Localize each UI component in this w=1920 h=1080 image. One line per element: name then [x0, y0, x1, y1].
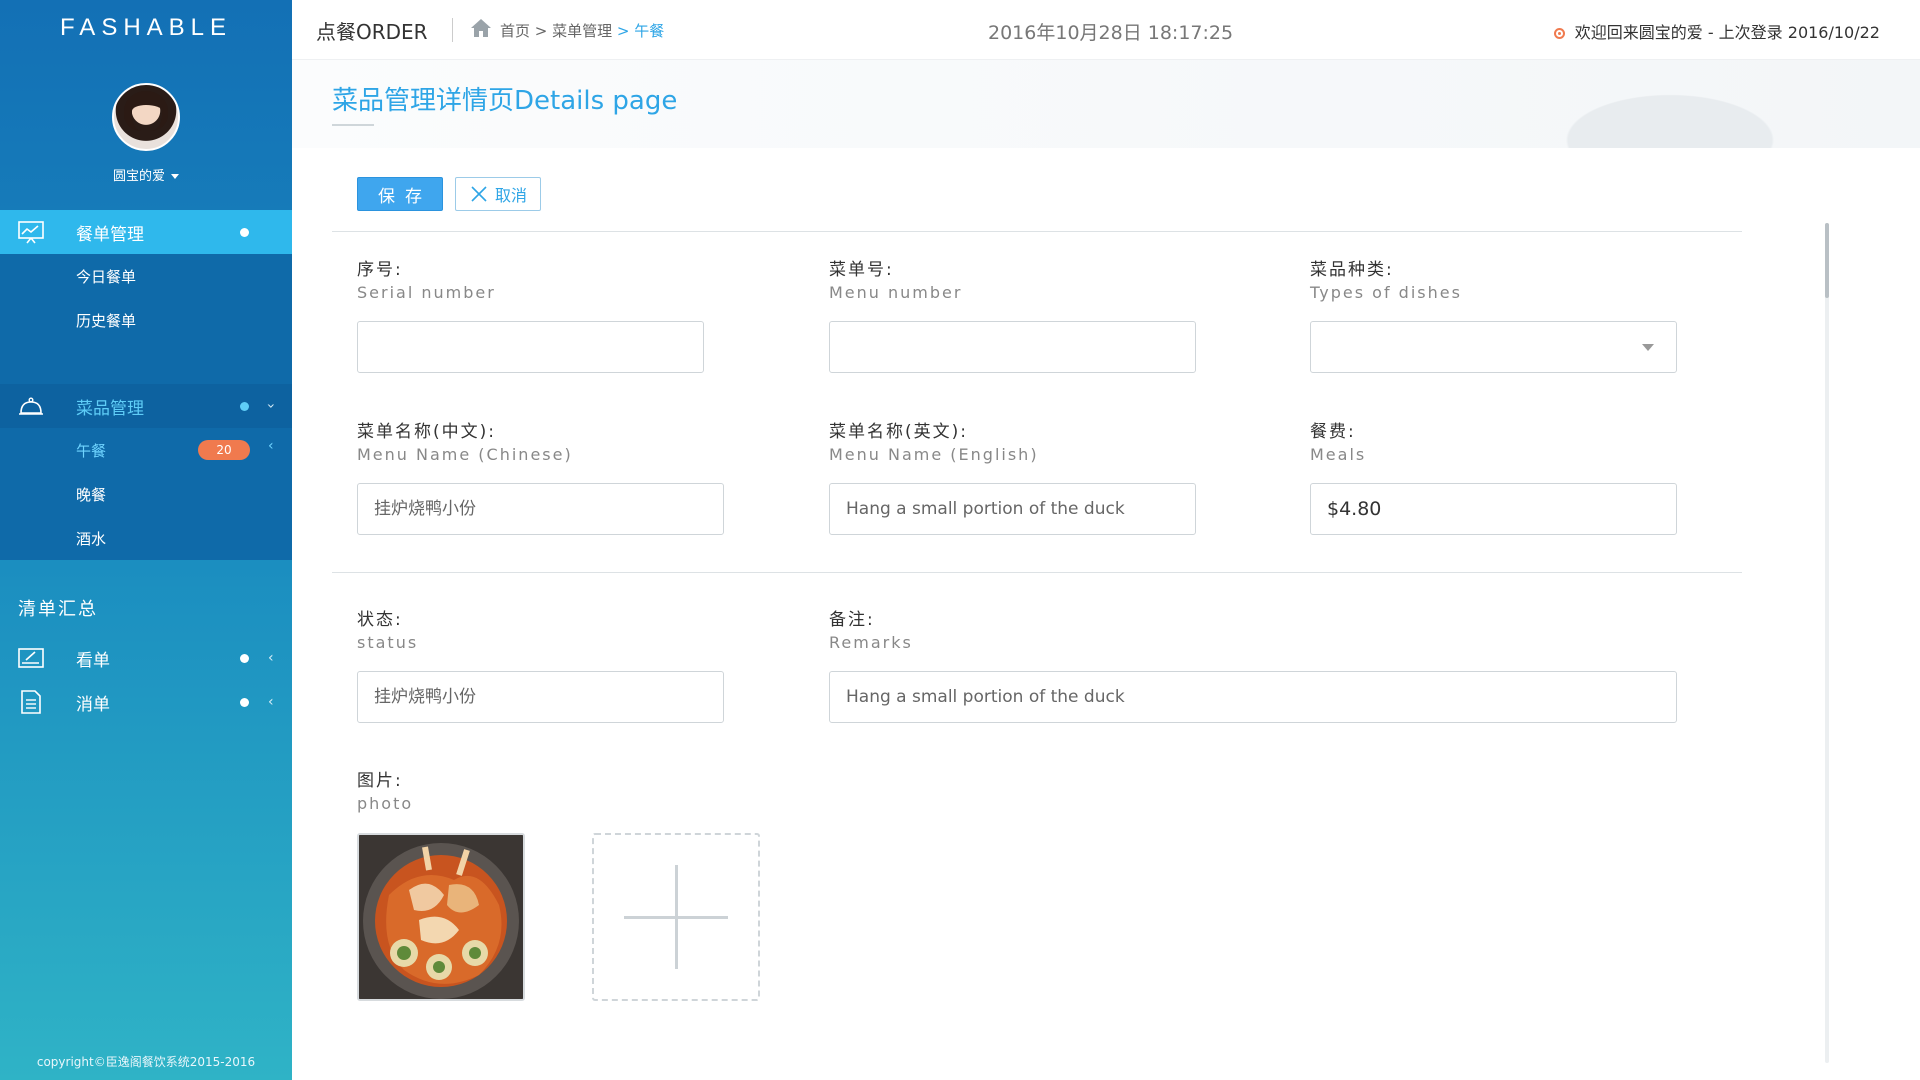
breadcrumb-separator: >: [612, 22, 635, 40]
nav-label: 菜品管理: [76, 398, 144, 419]
chevron-left-icon: ‹: [268, 694, 274, 710]
page-title: 菜品管理详情页Details page: [332, 86, 678, 116]
divider: [332, 572, 1742, 573]
save-button[interactable]: 保存: [357, 177, 443, 211]
name-en-sublabel: Menu Name (English): [829, 445, 1039, 464]
edit-board-icon: [18, 648, 44, 668]
nav-item-order-management[interactable]: 餐单管理: [0, 210, 292, 254]
main-content: 保存 取消 序号: Serial number 菜单号: Menu number…: [292, 148, 1920, 1080]
meals-sublabel: Meals: [1310, 445, 1367, 464]
name-en-label: 菜单名称(英文):: [829, 422, 968, 442]
name-en-input[interactable]: [829, 483, 1196, 535]
chevron-down-icon: ‹: [262, 403, 279, 409]
home-icon[interactable]: [470, 18, 492, 38]
meals-label: 餐费:: [1310, 422, 1356, 442]
sub-item-lunch[interactable]: 午餐: [76, 428, 106, 472]
meals-price-input[interactable]: [1310, 483, 1677, 535]
cloche-icon: [19, 397, 43, 415]
name-cn-sublabel: Menu Name (Chinese): [357, 445, 573, 464]
section-title: 清单汇总: [18, 599, 98, 620]
status-dot: [240, 653, 249, 663]
user-menu[interactable]: 圆宝的爱: [0, 165, 292, 184]
cancel-label: 取消: [494, 188, 527, 205]
current-datetime: 2016年10月28日 18:17:25: [988, 22, 1234, 44]
dropdown-arrow-icon: [1642, 344, 1654, 351]
breadcrumb-home[interactable]: 首页: [500, 22, 530, 40]
copyright-text: copyright©臣逸阁餐饮系统2015-2016: [36, 1055, 256, 1069]
upload-photo-button[interactable]: [592, 833, 760, 1001]
username-label: 圆宝的爱: [112, 169, 165, 184]
menu-number-label: 菜单号:: [829, 260, 894, 280]
welcome-text: 欢迎回来圆宝的爱 - 上次登录 2016/10/22: [1574, 23, 1880, 42]
serial-label: 序号:: [357, 260, 403, 280]
scrollbar-thumb[interactable]: [1825, 223, 1829, 298]
sub-item-history-menu[interactable]: 历史餐单: [76, 298, 136, 342]
close-icon: [471, 186, 487, 202]
serial-sublabel: Serial number: [357, 283, 496, 302]
chevron-left-icon: ‹: [268, 650, 274, 666]
sub-item-dinner[interactable]: 晚餐: [76, 472, 106, 516]
serial-input[interactable]: [357, 321, 704, 373]
divider: [452, 18, 453, 42]
caret-down-icon: [171, 174, 179, 179]
dish-photo-image: [359, 835, 523, 999]
photo-sublabel: photo: [357, 794, 414, 813]
page-header: 菜品管理详情页Details page: [292, 60, 1920, 148]
status-dot: [240, 401, 249, 411]
sidebar: FASHABLE 圆宝的爱 餐单管理 今日餐单 历史餐单 菜品管理 ‹ 午餐 2…: [0, 0, 292, 1080]
status-sublabel: status: [357, 633, 419, 652]
plus-icon: [675, 865, 678, 969]
scrollbar[interactable]: [1825, 223, 1829, 1063]
breadcrumb-current: 午餐: [634, 22, 665, 40]
status-input[interactable]: [357, 671, 724, 723]
nav-label: 餐单管理: [76, 224, 144, 245]
dish-type-label: 菜品种类:: [1310, 260, 1394, 280]
nav-label: 看单: [76, 650, 110, 671]
nav-item-clear-order[interactable]: 消单 ‹: [0, 680, 292, 724]
remarks-sublabel: Remarks: [829, 633, 913, 652]
nav-item-dish-management[interactable]: 菜品管理 ‹: [0, 384, 292, 428]
avatar-hair: [124, 91, 168, 131]
name-cn-input[interactable]: [357, 483, 724, 535]
dish-type-sublabel: Types of dishes: [1310, 283, 1462, 302]
sub-item-today-menu[interactable]: 今日餐单: [76, 254, 136, 298]
dish-type-select[interactable]: [1310, 321, 1677, 373]
avatar[interactable]: [112, 83, 180, 151]
status-dot: [240, 697, 249, 707]
app-title: 点餐ORDER: [316, 20, 428, 44]
status-dot: [240, 227, 249, 237]
count-badge: 20: [198, 440, 250, 460]
top-bar: 点餐ORDER 首页 > 菜单管理 > 午餐 2016年10月28日 18:17…: [292, 0, 1920, 60]
cancel-button[interactable]: 取消: [455, 177, 541, 211]
chevron-left-icon: ‹: [268, 438, 274, 454]
sub-item-drinks[interactable]: 酒水: [76, 516, 106, 560]
welcome-message: 欢迎回来圆宝的爱 - 上次登录 2016/10/22: [1553, 19, 1880, 43]
title-underline: [332, 124, 374, 126]
brand-logo: FASHABLE: [59, 14, 233, 41]
dish-photo[interactable]: [357, 833, 525, 1001]
name-cn-label: 菜单名称(中文):: [357, 422, 496, 442]
target-icon: [1553, 28, 1565, 39]
nav-label: 消单: [76, 694, 110, 715]
breadcrumb: 首页 > 菜单管理 > 午餐: [500, 20, 664, 41]
divider: [332, 231, 1742, 232]
nav-item-view-order[interactable]: 看单 ‹: [0, 636, 292, 680]
breadcrumb-separator: >: [530, 22, 553, 40]
breadcrumb-level1[interactable]: 菜单管理: [552, 22, 612, 40]
remarks-label: 备注:: [829, 610, 875, 630]
menu-number-sublabel: Menu number: [829, 283, 963, 302]
document-icon: [21, 690, 41, 714]
remarks-input[interactable]: [829, 671, 1677, 723]
rice-bowl-decoration: [1510, 70, 1830, 148]
menu-number-input[interactable]: [829, 321, 1196, 373]
chart-board-icon: [18, 221, 44, 244]
status-label: 状态:: [357, 610, 403, 630]
photo-label: 图片:: [357, 771, 403, 791]
